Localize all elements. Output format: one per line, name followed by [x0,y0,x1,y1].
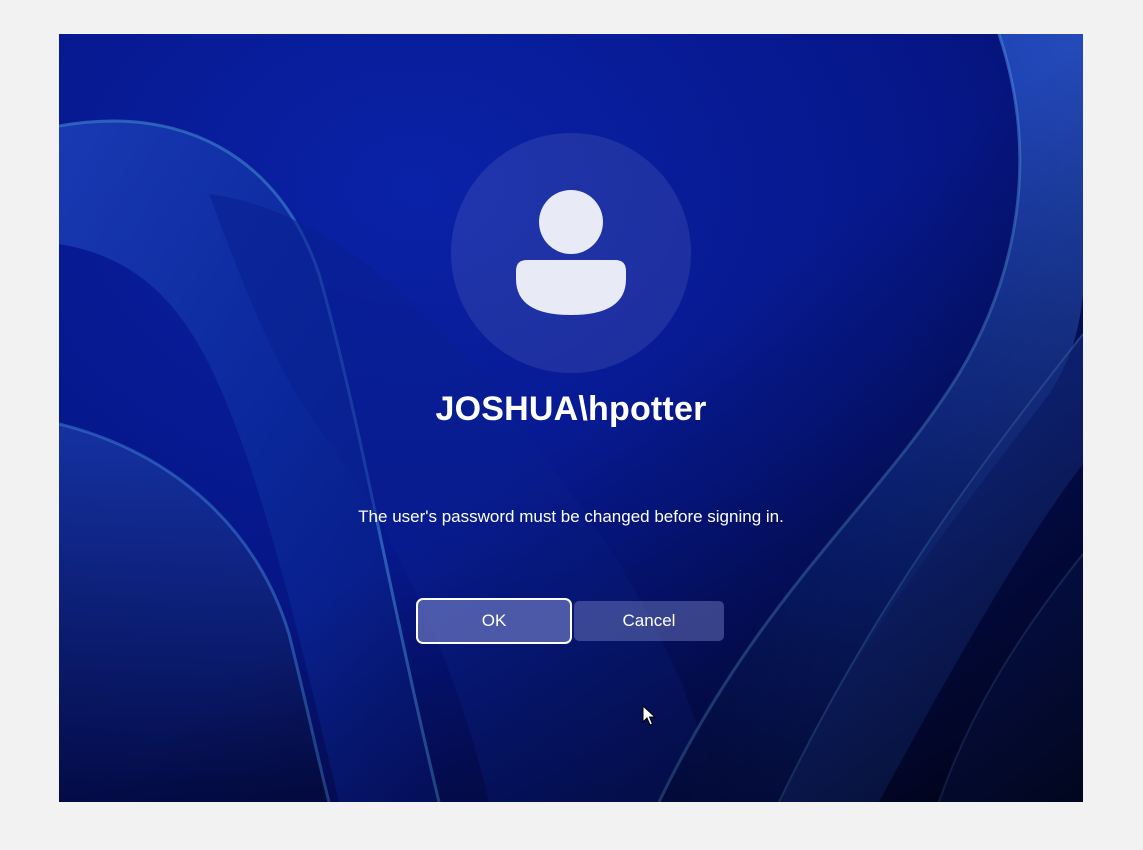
cancel-button[interactable]: Cancel [574,601,724,641]
user-avatar [451,133,691,373]
mouse-pointer-icon [642,705,656,726]
person-icon [516,190,626,315]
username-label: JOSHUA\hpotter [435,390,707,428]
cancel-button-label: Cancel [622,611,676,630]
ok-button[interactable]: OK [416,598,572,644]
lock-screen: JOSHUA\hpotter The user's password must … [59,34,1083,802]
ok-button-label: OK [481,611,507,630]
password-change-message: The user's password must be changed befo… [358,507,784,526]
